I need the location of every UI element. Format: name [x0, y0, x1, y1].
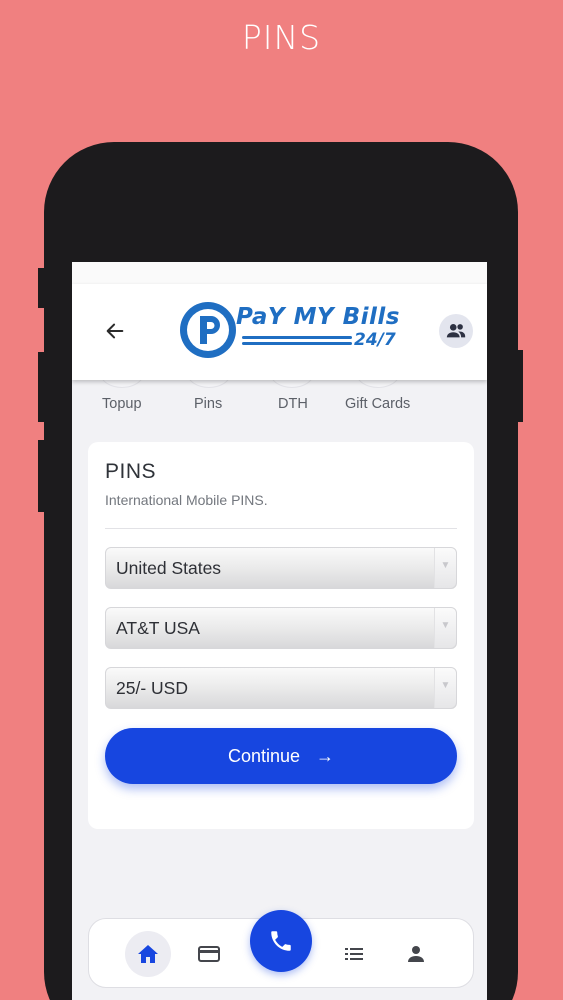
country-select[interactable]: United States ▼ — [105, 547, 457, 589]
divider — [105, 528, 457, 529]
person-icon — [408, 946, 424, 962]
category-topup[interactable]: Topup — [102, 396, 142, 412]
profile-button[interactable] — [439, 314, 473, 348]
people-icon — [446, 324, 466, 338]
chevron-down-icon: ▼ — [434, 608, 456, 648]
home-icon — [138, 945, 158, 963]
card-icon — [198, 946, 220, 962]
amount-select[interactable]: 25/- USD ▼ — [105, 667, 457, 709]
logo-p-icon — [180, 302, 236, 358]
phone-icon — [271, 931, 291, 951]
logo-wordmark: PaY MY Bills — [236, 304, 400, 330]
card-subtitle: International Mobile PINS. — [105, 492, 268, 508]
operator-select-value: AT&T USA — [116, 618, 200, 638]
nav-home[interactable] — [125, 931, 171, 977]
category-gift-cards[interactable]: Gift Cards — [345, 396, 410, 412]
arrow-left-icon — [106, 323, 124, 339]
country-select-value: United States — [116, 558, 222, 578]
status-bar — [72, 262, 487, 284]
list-icon — [345, 948, 363, 960]
pins-card: PINS International Mobile PINS. United S… — [88, 442, 474, 829]
continue-button[interactable]: Continue → — [105, 728, 457, 784]
logo-suffix: 24/7 — [354, 330, 396, 350]
card-title: PINS — [105, 460, 157, 483]
nav-list[interactable] — [331, 931, 377, 977]
back-button[interactable] — [100, 316, 130, 346]
category-pins[interactable]: Pins — [194, 396, 222, 412]
logo-underlines — [242, 336, 352, 350]
continue-button-label: Continue — [227, 745, 301, 766]
app-logo: PaY MY Bills 24/7 — [178, 300, 400, 362]
category-dth[interactable]: DTH — [278, 396, 308, 412]
chevron-down-icon: ▼ — [434, 668, 456, 708]
amount-select-value: 25/- USD — [116, 678, 188, 698]
page-heading: PINS — [241, 18, 322, 57]
chevron-down-icon: ▼ — [434, 548, 456, 588]
app-screen: PaY MY Bills 24/7 Topup Pins DTH Gift Ca… — [72, 262, 487, 1000]
category-row: Topup Pins DTH Gift Cards — [72, 358, 487, 436]
nav-profile[interactable] — [393, 931, 439, 977]
arrow-right-icon: → — [316, 745, 335, 766]
app-header: PaY MY Bills 24/7 — [72, 284, 487, 380]
nav-cards[interactable] — [186, 931, 232, 977]
call-button[interactable] — [250, 910, 312, 972]
operator-select[interactable]: AT&T USA ▼ — [105, 607, 457, 649]
